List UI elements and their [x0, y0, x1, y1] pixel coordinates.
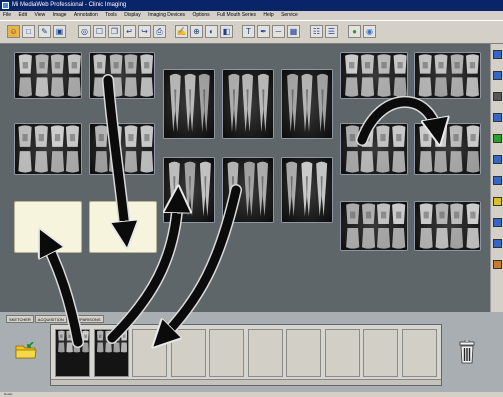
measure-icon[interactable]: ─ — [272, 25, 285, 38]
xray-lower-incisors[interactable] — [222, 157, 274, 223]
tray-scrollbar[interactable] — [51, 379, 441, 385]
help-icon[interactable]: ◉ — [363, 25, 376, 38]
window-title: Mi MediaWeb Professional - Clinic Imagin… — [12, 2, 127, 8]
xray-lower-left-canine[interactable] — [281, 157, 333, 223]
tray-empty-slot[interactable] — [401, 329, 437, 377]
xray-lower-left-premolar[interactable] — [340, 201, 408, 251]
status-bar: Ready — [0, 392, 503, 397]
xray-bitewing-right-1[interactable] — [14, 123, 82, 175]
tray-thumbnail[interactable] — [93, 329, 129, 377]
full-mouth-series-layout — [0, 44, 490, 312]
tray-tabs: SKETCHER ACQUISITION COMPARISONS — [6, 315, 105, 323]
save-icon[interactable]: ▣ — [53, 25, 66, 38]
text-icon[interactable]: T — [242, 25, 255, 38]
tool-pointer-icon[interactable] — [493, 71, 502, 80]
xray-upper-incisors[interactable] — [222, 69, 274, 139]
menu-bar: File Edit View Image Annotation Tools Di… — [0, 11, 503, 20]
menu-display[interactable]: Display — [121, 11, 143, 20]
series-icon[interactable]: ☰ — [325, 25, 338, 38]
tool-green-dot-icon[interactable] — [493, 134, 502, 143]
right-tool-strip — [490, 44, 503, 312]
app-icon — [2, 2, 9, 9]
xray-bitewing-left-1[interactable] — [340, 123, 408, 175]
edit-icon[interactable]: ✎ — [38, 25, 51, 38]
tab-comparisons[interactable]: COMPARISONS — [67, 315, 104, 323]
pen-icon[interactable]: ✒ — [257, 25, 270, 38]
tool-contrast-icon[interactable] — [493, 155, 502, 164]
tool-brightness-icon[interactable] — [493, 176, 502, 185]
tool-pan-icon[interactable] — [493, 113, 502, 122]
menu-options[interactable]: Options — [189, 11, 212, 20]
xray-upper-left-canine[interactable] — [281, 69, 333, 139]
tray-empty-slot[interactable] — [286, 329, 321, 377]
tool-info-icon[interactable] — [493, 239, 502, 248]
tab-sketcher[interactable]: SKETCHER — [6, 315, 34, 323]
toolbar: ☺ □ ✎ ▣ ◎ ☐ ❐ ↵ ↪ ⎙ ✍ ⊕ ◐ ◧ T ✒ ─ ▦ ☷ ☰ ● ◉ — [0, 20, 503, 44]
enhance-icon[interactable]: ◐ — [205, 25, 218, 38]
xray-bitewing-left-2[interactable] — [414, 123, 481, 175]
xray-upper-left-premolar[interactable] — [340, 52, 408, 99]
globe-icon[interactable]: ● — [348, 25, 361, 38]
xray-lower-right-canine[interactable] — [163, 157, 215, 223]
xray-upper-right-canine[interactable] — [163, 69, 215, 139]
status-text: Ready — [4, 392, 13, 396]
menu-full-mouth-series[interactable]: Full Mouth Series — [214, 11, 259, 20]
title-bar: Mi MediaWeb Professional - Clinic Imagin… — [0, 0, 503, 11]
new-image-icon[interactable]: ☐ — [93, 25, 106, 38]
acquisition-tray: SKETCHER ACQUISITION COMPARISONS — [0, 312, 503, 392]
menu-tools[interactable]: Tools — [102, 11, 120, 20]
tray-empty-slot[interactable] — [247, 329, 283, 377]
tray-empty-slot[interactable] — [209, 329, 244, 377]
print-icon[interactable]: ⎙ — [153, 25, 166, 38]
xray-bitewing-right-2[interactable] — [89, 123, 155, 175]
folder-icon[interactable] — [15, 342, 37, 359]
copy-icon[interactable]: ❐ — [108, 25, 121, 38]
open-icon[interactable]: □ — [22, 25, 35, 38]
tray-empty-slot[interactable] — [170, 329, 206, 377]
menu-help[interactable]: Help — [260, 11, 276, 20]
tray-slots — [50, 324, 442, 386]
patient-icon[interactable]: ☺ — [7, 25, 20, 38]
tool-select-icon[interactable] — [493, 50, 502, 59]
annotate-icon[interactable]: ✍ — [175, 25, 188, 38]
xray-upper-right-premolar[interactable] — [89, 52, 155, 99]
tray-empty-slot[interactable] — [324, 329, 360, 377]
xray-lower-left-molar[interactable] — [414, 201, 481, 251]
menu-imaging-devices[interactable]: Imaging Devices — [145, 11, 188, 20]
menu-edit[interactable]: Edit — [15, 11, 30, 20]
import-icon[interactable]: ↵ — [123, 25, 136, 38]
tool-star-icon[interactable] — [493, 197, 502, 206]
empty-slot-lower-right-molar[interactable] — [14, 201, 82, 253]
compare-icon[interactable]: ◧ — [220, 25, 233, 38]
menu-annotation[interactable]: Annotation — [71, 11, 101, 20]
tray-empty-slot[interactable] — [363, 329, 398, 377]
menu-service[interactable]: Service — [278, 11, 301, 20]
xray-upper-right-molar[interactable] — [14, 52, 82, 99]
template-icon[interactable]: ☷ — [310, 25, 323, 38]
layout-icon[interactable]: ▦ — [287, 25, 300, 38]
zoom-icon[interactable]: ⊕ — [190, 25, 203, 38]
tray-empty-slot[interactable] — [132, 329, 167, 377]
export-icon[interactable]: ↪ — [138, 25, 151, 38]
tool-filter-icon[interactable] — [493, 218, 502, 227]
app-window: Mi MediaWeb Professional - Clinic Imagin… — [0, 0, 503, 397]
tool-settings-icon[interactable] — [493, 260, 502, 269]
trash-icon[interactable] — [457, 340, 477, 364]
tab-acquisition[interactable]: ACQUISITION — [34, 315, 67, 323]
tool-grab-icon[interactable] — [493, 92, 502, 101]
capture-icon[interactable]: ◎ — [78, 25, 91, 38]
empty-slot-lower-right-premolar[interactable] — [89, 201, 157, 253]
tray-thumbnail[interactable] — [55, 329, 90, 377]
menu-file[interactable]: File — [0, 11, 14, 20]
menu-image[interactable]: Image — [50, 11, 70, 20]
xray-upper-left-molar[interactable] — [414, 52, 481, 99]
menu-view[interactable]: View — [31, 11, 48, 20]
